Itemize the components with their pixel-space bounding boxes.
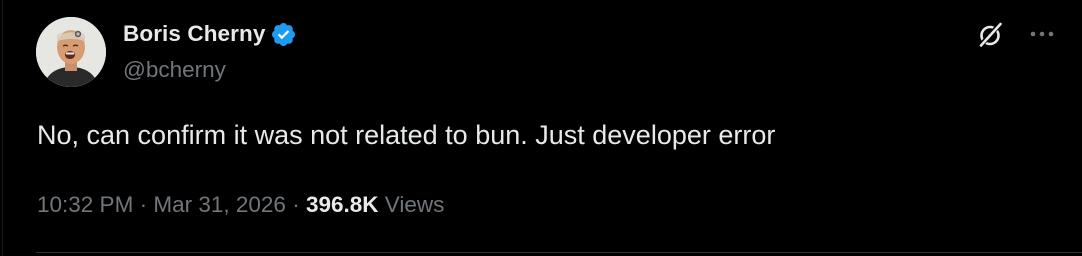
author-handle[interactable]: @bcherny	[123, 55, 226, 85]
more-options-icon[interactable]	[1026, 22, 1058, 46]
bottom-divider	[36, 252, 1082, 253]
views-count[interactable]: 396.8K	[306, 192, 379, 217]
tweet-text: No, can confirm it was not related to bu…	[37, 120, 776, 150]
views-label: Views	[384, 192, 445, 217]
author-display-name[interactable]: Boris Cherny	[123, 21, 265, 47]
avatar-photo-icon	[36, 17, 106, 87]
grok-icon[interactable]	[975, 20, 1005, 50]
left-border	[2, 0, 3, 256]
tweet-card: Boris Cherny @bcherny No, can confirm it…	[0, 0, 1082, 256]
meta-separator: ·	[139, 192, 148, 217]
author-name-row: Boris Cherny	[123, 18, 297, 50]
avatar[interactable]	[36, 17, 106, 87]
tweet-time[interactable]: 10:32 PM	[37, 192, 133, 217]
tweet-meta: 10:32 PM · Mar 31, 2026 · 396.8K Views	[37, 190, 444, 220]
tweet-date[interactable]: Mar 31, 2026	[153, 192, 286, 217]
verified-badge-icon[interactable]	[270, 21, 297, 48]
meta-separator: ·	[292, 192, 300, 217]
